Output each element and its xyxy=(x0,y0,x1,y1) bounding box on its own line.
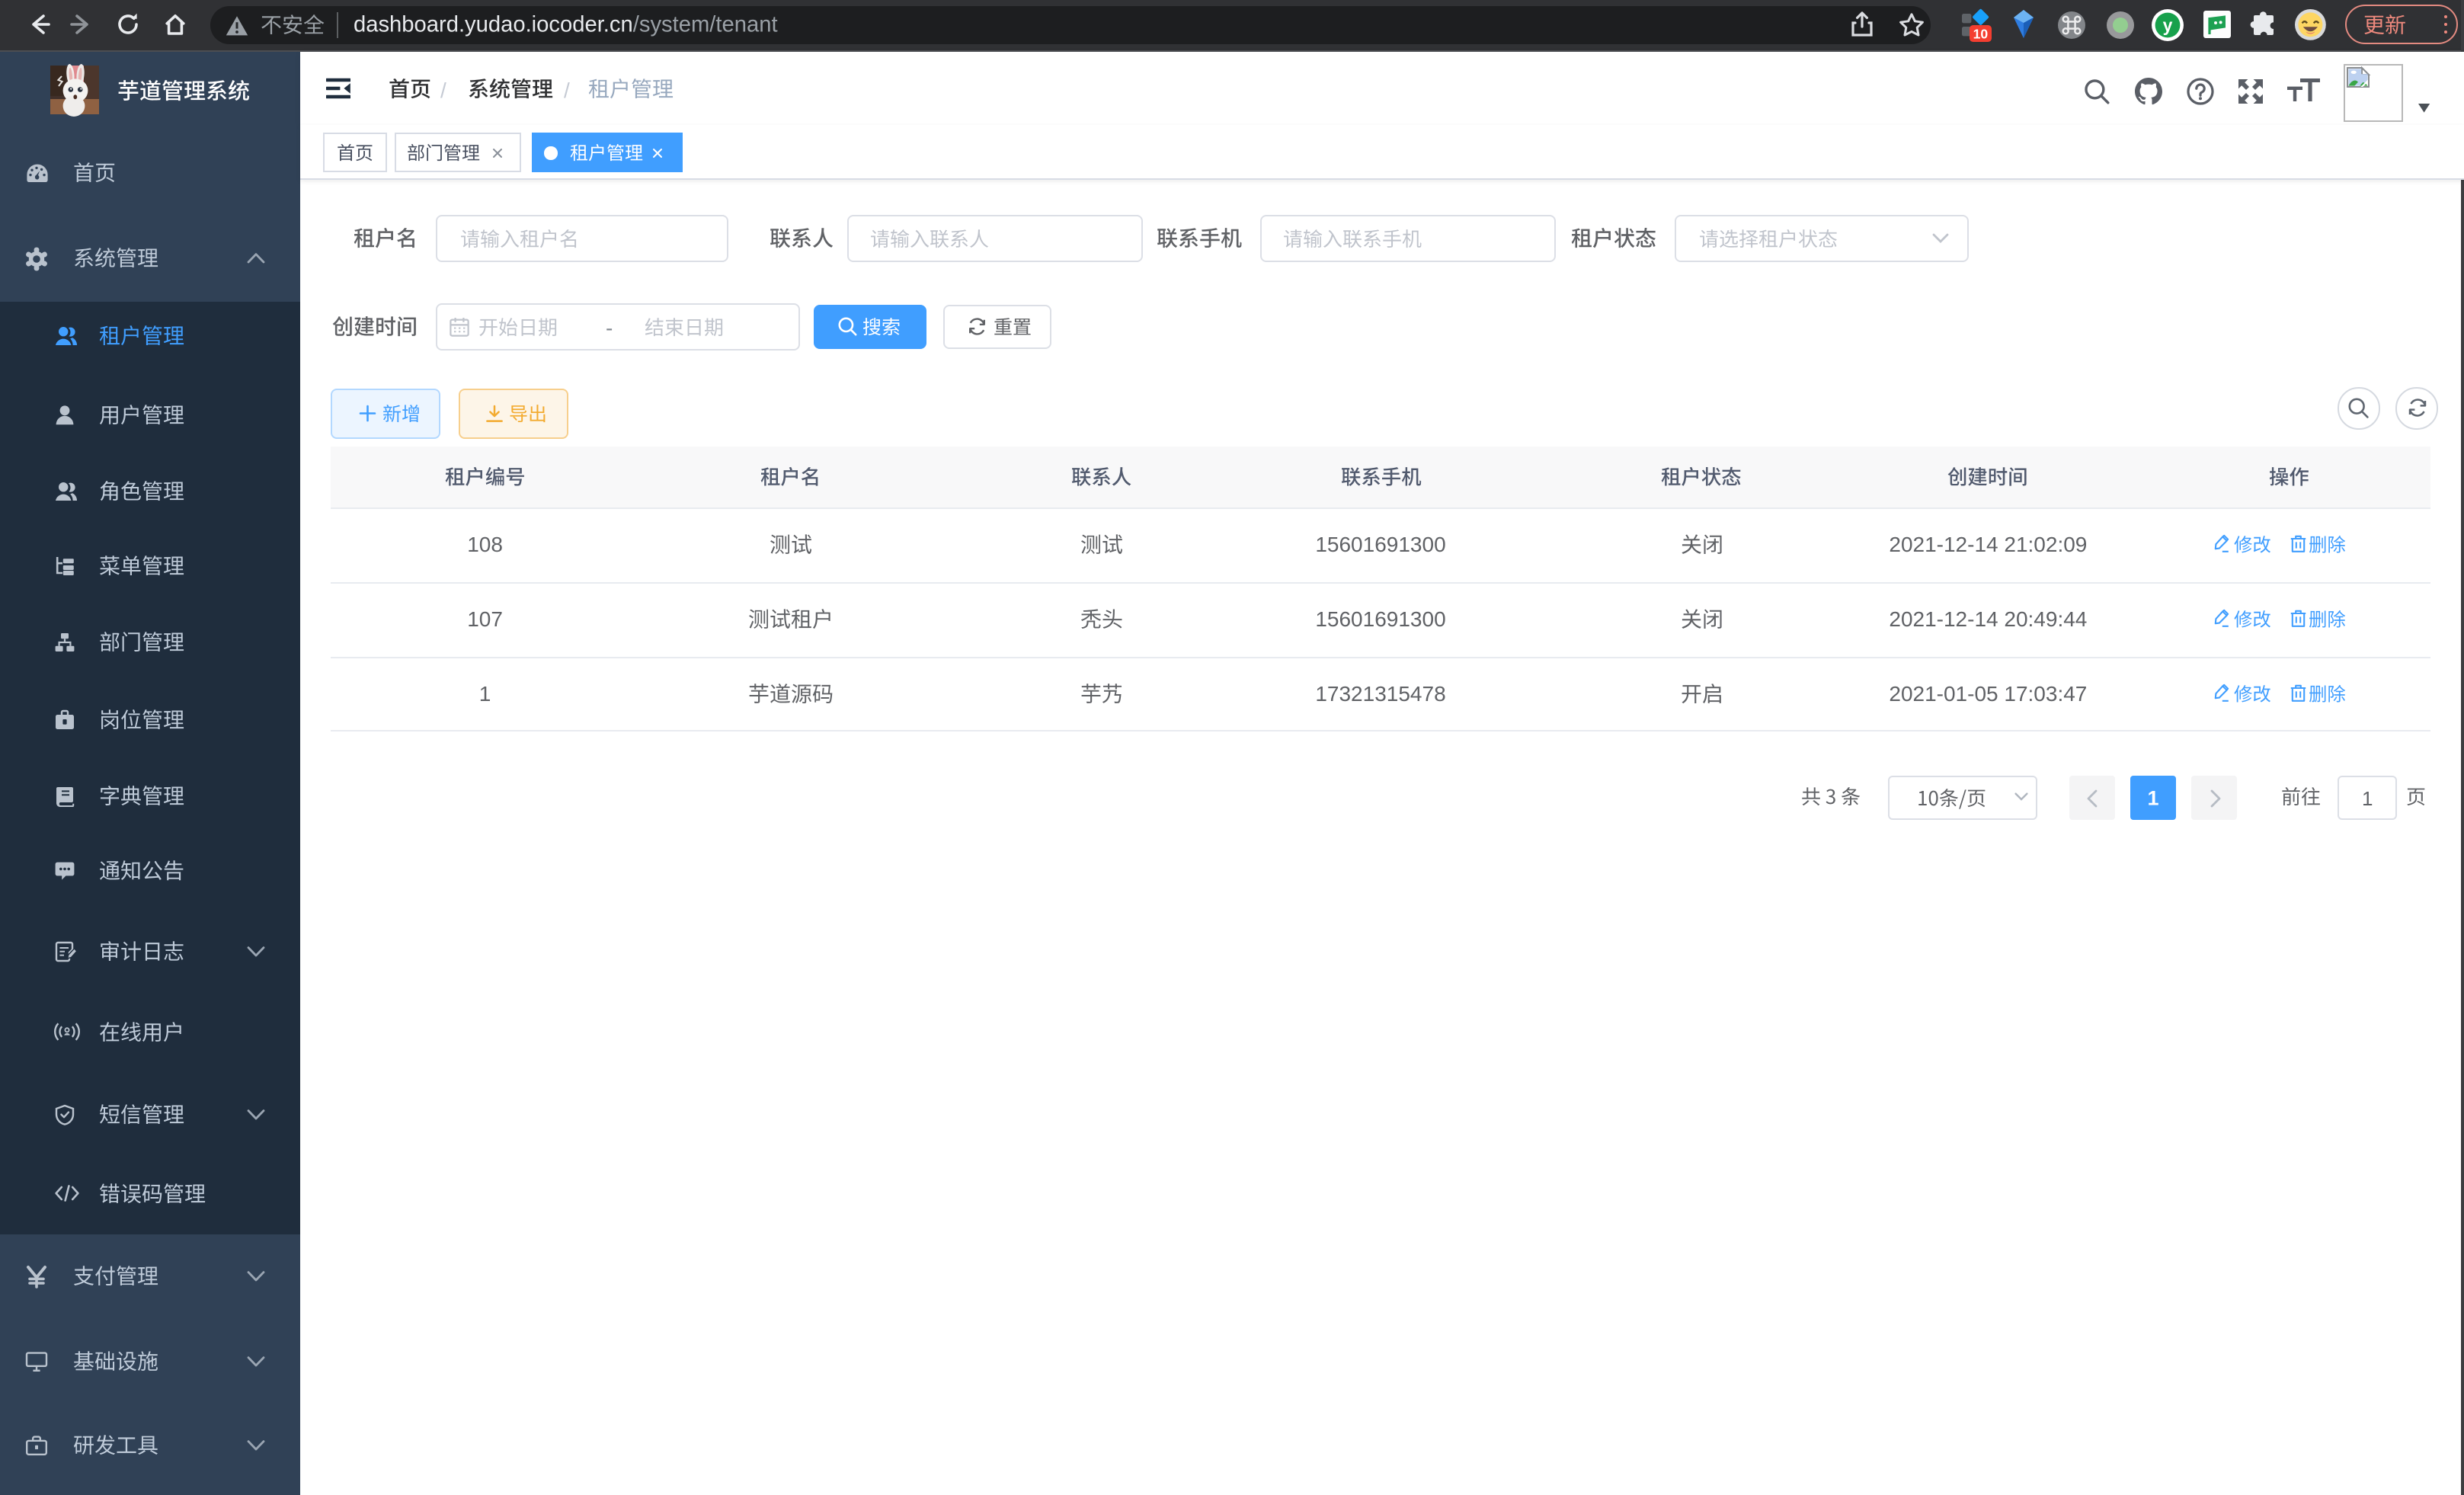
svg-text:y: y xyxy=(2162,14,2172,34)
svg-text:10: 10 xyxy=(1973,27,1989,42)
